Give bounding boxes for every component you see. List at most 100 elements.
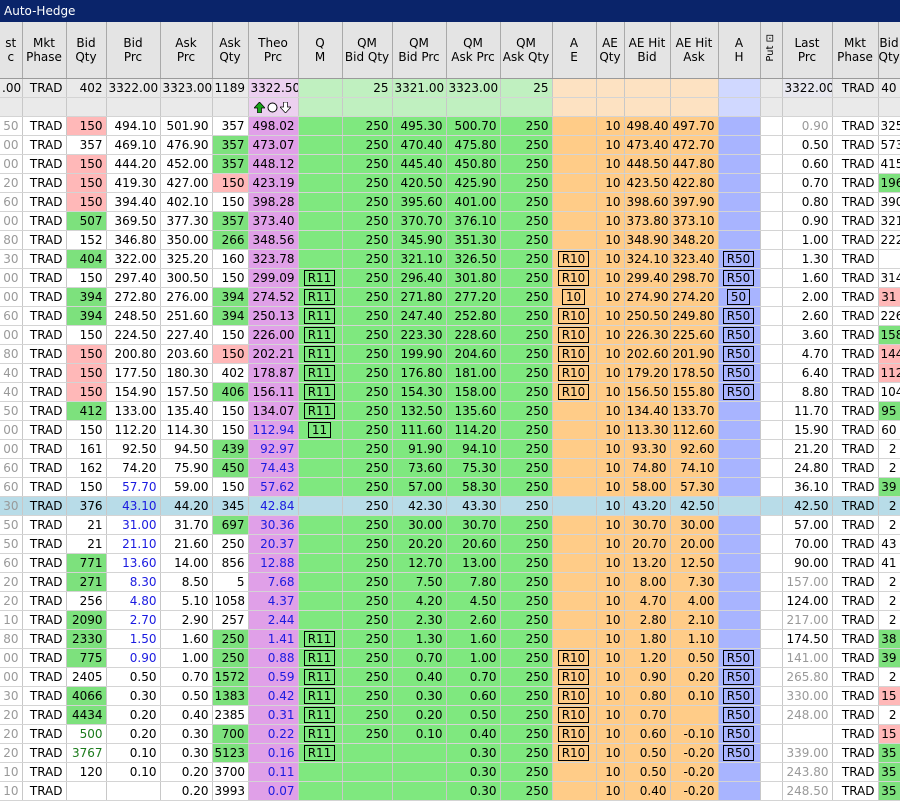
cell[interactable]: 297.40 [106, 268, 161, 288]
cell[interactable] [670, 705, 719, 725]
cell[interactable]: 6.40 [782, 363, 833, 383]
cell[interactable]: 250 [342, 515, 393, 535]
cell[interactable] [552, 116, 597, 136]
cell[interactable]: TRAD [832, 705, 879, 725]
cell[interactable]: 357 [66, 135, 107, 155]
cell[interactable]: 274.20 [670, 287, 719, 307]
cell[interactable]: 0.50 [446, 705, 501, 725]
cell[interactable]: 475.80 [446, 135, 501, 155]
cell[interactable]: R10 [552, 667, 597, 687]
cell[interactable]: 0.70 [160, 667, 213, 687]
cell[interactable]: 5.10 [160, 591, 213, 611]
cell[interactable]: 176.80 [392, 363, 447, 383]
cell[interactable]: -0.20 [670, 781, 719, 801]
cell[interactable]: 150 [212, 420, 249, 440]
ah-toggle-button[interactable]: R50 [722, 326, 755, 343]
cell[interactable]: TRAD [22, 325, 67, 345]
cell[interactable]: 10 [596, 534, 625, 554]
cell[interactable] [718, 211, 761, 231]
cell[interactable]: 398.28 [248, 192, 299, 212]
cell[interactable]: 42.84 [248, 496, 299, 516]
ah-toggle-button[interactable]: R50 [722, 687, 755, 704]
cell[interactable]: R11 [298, 667, 343, 687]
cell[interactable]: 224.50 [106, 325, 161, 345]
cell[interactable]: 92.60 [670, 439, 719, 459]
cell[interactable] [298, 78, 343, 98]
cell[interactable]: 57.70 [106, 477, 161, 497]
cell[interactable]: 4.80 [106, 591, 161, 611]
cell[interactable]: 250.50 [624, 306, 671, 326]
cell[interactable]: 50 [0, 515, 23, 535]
cell[interactable]: 150 [66, 344, 107, 364]
cell[interactable]: 250 [342, 572, 393, 592]
cell[interactable]: 324.10 [624, 249, 671, 269]
cell[interactable]: TRAD [832, 173, 879, 193]
cell[interactable] [760, 420, 783, 440]
ae-toggle-button[interactable]: R10 [557, 269, 590, 286]
qm-toggle-button[interactable]: R11 [303, 402, 336, 419]
cell[interactable]: 250 [342, 420, 393, 440]
cell[interactable] [552, 439, 597, 459]
cell[interactable]: 150 [66, 420, 107, 440]
cell[interactable] [878, 249, 900, 269]
cell[interactable]: 250 [500, 762, 553, 782]
cell[interactable]: 348.56 [248, 230, 299, 250]
cell[interactable]: 250 [342, 686, 393, 706]
cell[interactable]: R50 [718, 743, 761, 763]
cell[interactable]: 150 [212, 477, 249, 497]
cell[interactable]: 15.90 [782, 420, 833, 440]
cell[interactable]: 156.11 [248, 382, 299, 402]
cell[interactable]: 325.20 [160, 249, 213, 269]
cell[interactable]: R50 [718, 249, 761, 269]
cell[interactable]: 0.50 [670, 648, 719, 668]
cell[interactable]: 133.00 [106, 401, 161, 421]
cell[interactable]: R11 [298, 382, 343, 402]
cell[interactable] [342, 743, 393, 763]
cell[interactable]: 1.00 [782, 230, 833, 250]
cell[interactable]: TRAD [832, 420, 879, 440]
column-header-14[interactable]: AE Hit Bid [624, 22, 671, 79]
cell[interactable]: 112.20 [106, 420, 161, 440]
cell[interactable]: 0.90 [106, 648, 161, 668]
cell[interactable]: 94.10 [446, 439, 501, 459]
cell[interactable]: 2.60 [446, 610, 501, 630]
strike-row[interactable]: 00 TRAD 775 0.90 1.00 250 0.88 R11 250 0.70 1.00 25… [0, 648, 900, 668]
cell[interactable]: 250.13 [248, 306, 299, 326]
cell[interactable]: 256 [66, 591, 107, 611]
strike-row[interactable]: 10 TRAD 120 0.10 0.20 3700 0.11 0.30 250 10 0.50 -0… [0, 762, 900, 782]
strike-row[interactable]: 00 TRAD 357 469.10 476.90 357 473.07 250 470.40 4… [0, 135, 900, 155]
cell[interactable]: 2 [878, 496, 900, 516]
cell[interactable]: 179.20 [624, 363, 671, 383]
cell[interactable] [298, 192, 343, 212]
cell[interactable]: 150 [66, 173, 107, 193]
cell[interactable]: 250 [342, 363, 393, 383]
cell[interactable] [760, 572, 783, 592]
cell[interactable]: 13.20 [624, 553, 671, 573]
cell[interactable] [552, 762, 597, 782]
cell[interactable]: TRAD [22, 781, 67, 801]
cell[interactable]: TRAD [832, 762, 879, 782]
cell[interactable]: TRAD [832, 287, 879, 307]
cell[interactable]: 50 [0, 401, 23, 421]
ah-toggle-button[interactable]: R50 [722, 668, 755, 685]
cell[interactable]: 50 [0, 116, 23, 136]
cell[interactable]: 250 [342, 287, 393, 307]
cell[interactable]: 10 [596, 724, 625, 744]
cell[interactable]: TRAD [22, 382, 67, 402]
cell[interactable]: R50 [718, 268, 761, 288]
cell[interactable] [760, 154, 783, 174]
cell[interactable]: 150 [66, 363, 107, 383]
column-header-16[interactable]: AH [718, 22, 761, 79]
cell[interactable]: 31.70 [160, 515, 213, 535]
cell[interactable]: 2.60 [782, 306, 833, 326]
cell[interactable]: 112.94 [248, 420, 299, 440]
qm-toggle-button[interactable]: R11 [303, 269, 336, 286]
cell[interactable]: 00 [0, 154, 23, 174]
cell[interactable] [760, 230, 783, 250]
qm-toggle-button[interactable]: R11 [303, 649, 336, 666]
cell[interactable]: TRAD [832, 496, 879, 516]
cell[interactable]: TRAD [22, 268, 67, 288]
cell[interactable]: TRAD [832, 325, 879, 345]
cell[interactable]: 92.97 [248, 439, 299, 459]
cell[interactable]: 357 [212, 135, 249, 155]
